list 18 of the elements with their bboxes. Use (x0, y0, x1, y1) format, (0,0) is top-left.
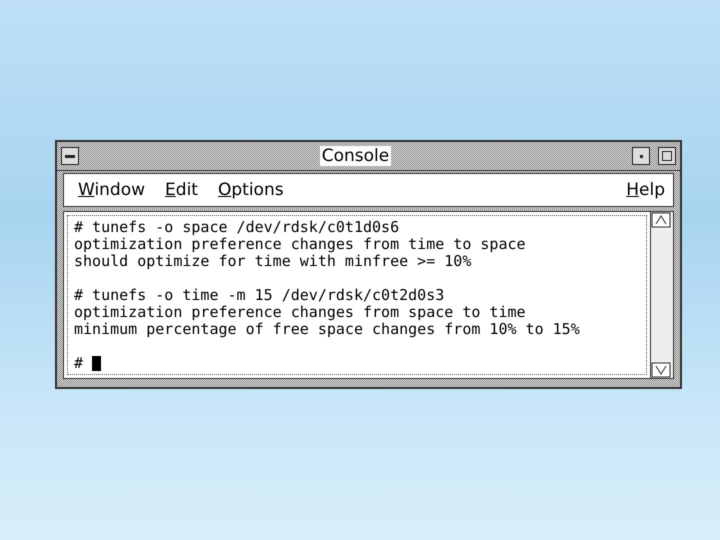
menu-item[interactable]: Help (626, 180, 665, 200)
terminal-line: # tunefs -o time -m 15 /dev/rdsk/c0t2d0s3 (74, 287, 444, 304)
menu-item[interactable]: Window (78, 180, 146, 200)
terminal-line: optimization preference changes from space to time (74, 304, 526, 321)
menu-item[interactable]: Edit (165, 180, 198, 200)
scrollbar[interactable] (650, 212, 673, 378)
square-icon (662, 151, 672, 161)
terminal-line: minimum percentage of free space changes from 10% to 15% (74, 321, 580, 338)
maximize-button[interactable] (658, 147, 676, 165)
terminal-line: optimization preference changes from time to space (74, 236, 526, 253)
terminal-line: should optimize for time with minfree >= 10% (74, 253, 472, 270)
minimize-button[interactable] (632, 147, 650, 165)
terminal-line: # tunefs -o space /dev/rdsk/c0t1d0s6 (74, 219, 400, 236)
window-menu-button[interactable] (61, 147, 79, 165)
menu-item[interactable]: Options (218, 180, 284, 200)
window-title: Console (320, 146, 392, 166)
bar-icon (65, 154, 75, 158)
prompt: # (74, 355, 84, 372)
